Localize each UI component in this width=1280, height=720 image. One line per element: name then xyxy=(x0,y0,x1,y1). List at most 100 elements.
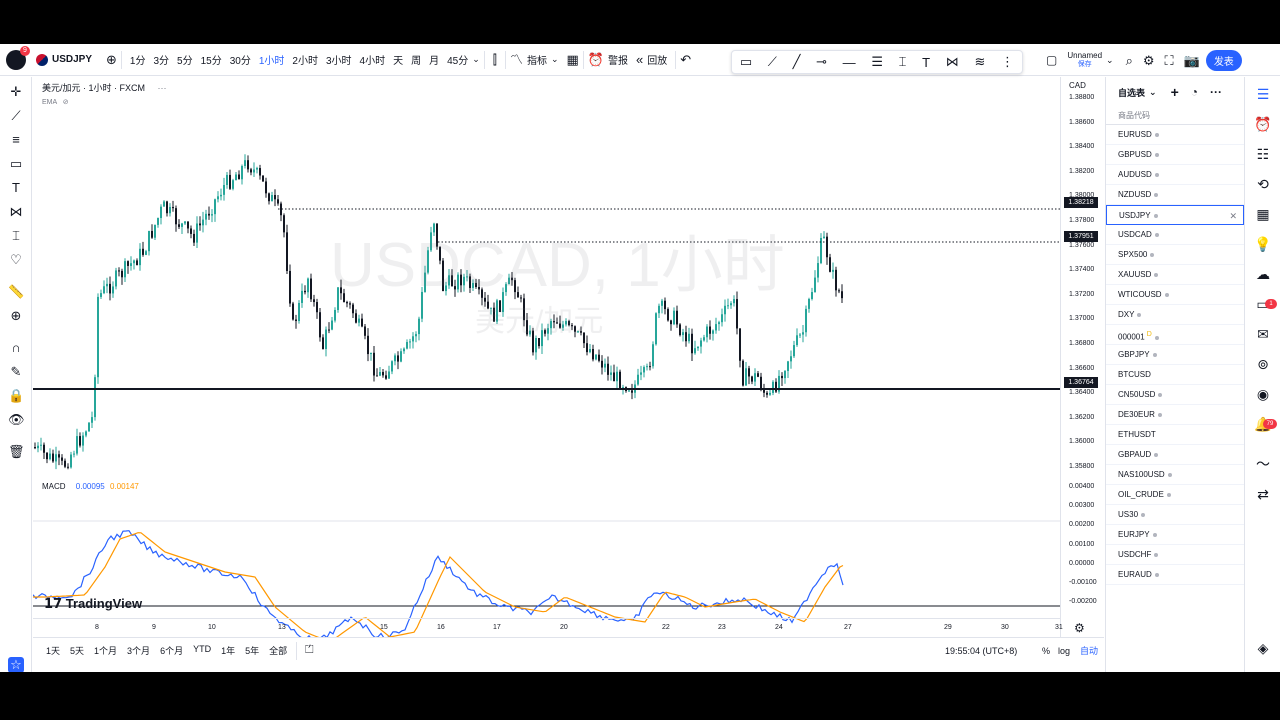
watchlist-item[interactable]: DE30EUR xyxy=(1106,405,1244,425)
timeframe-10[interactable]: 周 xyxy=(407,52,425,67)
ideas-icon[interactable]: 💡 xyxy=(1254,235,1272,253)
timeframe-5[interactable]: 1小时 xyxy=(255,52,289,67)
more-horizontal-icon[interactable]: ··· xyxy=(1210,85,1222,99)
chevron-down-icon[interactable]: ⌄ xyxy=(1106,55,1114,65)
timeframe-11[interactable]: 月 xyxy=(425,52,443,67)
timeframe-3[interactable]: 15分 xyxy=(197,52,226,67)
watchlist-item[interactable]: EURUSD xyxy=(1106,125,1244,145)
timeframe-0[interactable]: 1分 xyxy=(126,52,150,67)
watchlist-item[interactable]: DXY xyxy=(1106,305,1244,325)
eye-off-icon[interactable]: ⊘ xyxy=(63,99,69,106)
chevron-down-icon[interactable]: ⌄ xyxy=(551,55,559,64)
range-3[interactable]: 3个月 xyxy=(122,644,155,657)
pattern-icon[interactable]: ⋈ xyxy=(946,54,959,70)
messages-icon[interactable]: ✉ xyxy=(1254,325,1272,343)
trash-icon[interactable]: 🗑 xyxy=(8,444,25,460)
range-8[interactable]: 全部 xyxy=(264,644,292,657)
range-2[interactable]: 1个月 xyxy=(89,644,122,657)
timeframe-2[interactable]: 5分 xyxy=(173,52,197,67)
undo-icon[interactable]: ↶ xyxy=(680,53,691,66)
layout-square-icon[interactable]: ▢ xyxy=(1046,54,1057,66)
macd-legend[interactable]: MACD 0.00095 0.00147 xyxy=(42,482,139,491)
more-vertical-icon[interactable]: ⋮ xyxy=(1001,54,1014,70)
watchlist-item[interactable]: BTCUSD xyxy=(1106,365,1244,385)
watchlist-item[interactable]: NAS100USD xyxy=(1106,465,1244,485)
watchlist-item[interactable]: USDCAD xyxy=(1106,225,1244,245)
candle-style-icon[interactable]: ⫿ xyxy=(493,53,497,66)
compare-icon[interactable]: ⇄ xyxy=(1254,485,1272,503)
timeframe-7[interactable]: 3小时 xyxy=(322,52,356,67)
chevron-down-icon[interactable]: ⌄ xyxy=(472,55,480,64)
watchlist-item[interactable]: EURAUD xyxy=(1106,565,1244,585)
range-0[interactable]: 1天 xyxy=(41,644,65,657)
streams-icon[interactable]: ☁ xyxy=(1254,265,1272,283)
indicators-button[interactable]: 指标 xyxy=(523,52,551,67)
alarm-clock-icon[interactable]: ⏰ xyxy=(588,53,604,66)
crosshair-icon[interactable]: ✛ xyxy=(8,84,24,100)
broadcast-icon[interactable]: ◉ xyxy=(1254,385,1272,403)
user-avatar[interactable]: 9 xyxy=(6,45,30,70)
fullscreen-icon[interactable]: ⛶ xyxy=(1165,54,1174,67)
hotlist-icon[interactable]: ⟲ xyxy=(1254,175,1272,193)
price-axis[interactable]: CAD 1.38800 1.38600 1.38400 1.38200 1.38000 1… xyxy=(1060,77,1104,637)
alarm-clock-icon[interactable]: ⏰ xyxy=(1254,115,1272,133)
chart-legend[interactable]: 美元/加元 · 1小时 · FXCM ··· xyxy=(42,81,167,94)
watchlist-item[interactable]: SPX500 xyxy=(1106,245,1244,265)
watchlist-item[interactable]: WTICOUSD xyxy=(1106,285,1244,305)
calendar-icon[interactable]: ▦ xyxy=(1254,205,1272,223)
heart-icon[interactable]: ♡ xyxy=(8,252,24,268)
alert-button[interactable]: 警报 xyxy=(604,52,632,67)
text-icon[interactable]: T xyxy=(922,55,930,70)
price-line-badge[interactable]: 1.36764 xyxy=(1064,377,1098,388)
lock-icon[interactable]: 🔒 xyxy=(8,388,24,404)
timeframe-4[interactable]: 30分 xyxy=(226,52,255,67)
horizontal-line-icon[interactable]: ⊸ xyxy=(816,54,827,70)
watchlist-icon[interactable]: ☰ xyxy=(1254,85,1272,103)
settings-icon[interactable]: ≋ xyxy=(974,54,985,70)
magnet-icon[interactable]: ∩ xyxy=(8,340,24,356)
gear-icon[interactable]: ⚙ xyxy=(1143,54,1155,67)
goto-date-icon[interactable]: ⏍ xyxy=(305,644,313,657)
watchlist-item[interactable]: NZDUSD xyxy=(1106,185,1244,205)
rectangle-icon[interactable]: ▭ xyxy=(8,156,24,172)
range-5[interactable]: YTD xyxy=(188,644,216,657)
range-1[interactable]: 5天 xyxy=(65,644,89,657)
more-options-icon[interactable]: ··· xyxy=(158,83,167,93)
eye-icon[interactable]: 👁 xyxy=(8,412,25,428)
brush-icon[interactable]: ⟋ xyxy=(768,54,777,70)
replay-button[interactable]: 回放 xyxy=(643,52,671,67)
symbol-search[interactable]: USDJPY xyxy=(36,53,92,66)
add-symbol-icon[interactable]: + xyxy=(1171,84,1179,100)
range-6[interactable]: 1年 xyxy=(216,644,240,657)
watchlist-item[interactable]: OIL_CRUDE xyxy=(1106,485,1244,505)
range-4[interactable]: 6个月 xyxy=(155,644,188,657)
time-axis[interactable]: 8 9 10 13 15 16 17 20 22 23 24 27 29 30 31 xyxy=(33,618,1063,637)
fib-icon[interactable]: ≡ xyxy=(8,132,24,148)
watchlist-item[interactable]: AUDUSD xyxy=(1106,165,1244,185)
compare-add-icon[interactable]: ⊕ xyxy=(106,53,117,66)
indicators-icon[interactable]: 〽 xyxy=(510,53,523,66)
voice-icon[interactable]: ⊚ xyxy=(1254,355,1272,373)
watchlist-title[interactable]: 自选表 xyxy=(1118,86,1145,99)
line-style-icon[interactable]: ☰ xyxy=(871,54,883,70)
range-7[interactable]: 5年 xyxy=(240,644,264,657)
search-icon[interactable]: ⌕ xyxy=(1126,54,1133,67)
text-icon[interactable]: T xyxy=(8,180,24,196)
pattern-icon[interactable]: ⋈ xyxy=(8,204,24,220)
star-icon[interactable]: ☆ xyxy=(8,657,24,672)
timeframe-8[interactable]: 4小时 xyxy=(356,52,390,67)
ruler-icon[interactable]: 📏 xyxy=(8,284,24,300)
advanced-view-icon[interactable]: ◔ xyxy=(1191,85,1198,99)
watchlist-item[interactable]: GBPUSD xyxy=(1106,145,1244,165)
watchlist-item[interactable]: US30 xyxy=(1106,505,1244,525)
gear-icon[interactable]: ⚙ xyxy=(1074,621,1085,635)
rectangle-icon[interactable]: ▭ xyxy=(740,54,752,70)
line-width-icon[interactable]: — xyxy=(843,55,856,70)
watchlist-item[interactable]: CN50USD xyxy=(1106,385,1244,405)
price-chart[interactable] xyxy=(33,77,1060,637)
trend-line-icon[interactable]: ⟋ xyxy=(8,108,24,124)
data-window-icon[interactable]: ☷ xyxy=(1254,145,1272,163)
timeframe-12[interactable]: 45分 xyxy=(443,52,472,67)
timeframe-1[interactable]: 3分 xyxy=(149,52,173,67)
layers-icon[interactable]: ◈ xyxy=(1254,639,1272,657)
